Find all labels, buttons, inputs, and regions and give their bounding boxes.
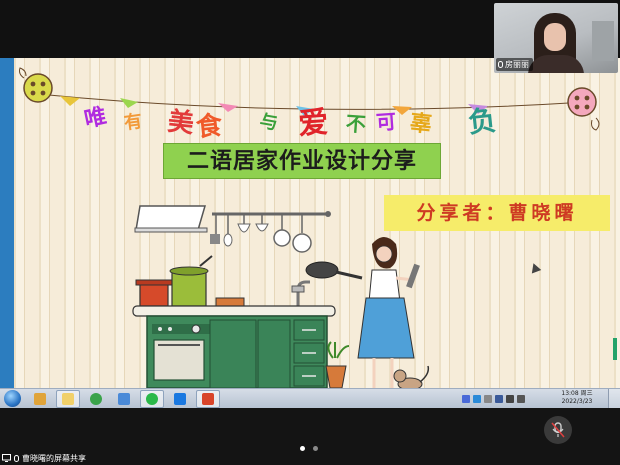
video-background-shelf	[592, 21, 614, 61]
title-char: 美	[166, 106, 196, 140]
speaker-banner: 分享者：曹晓曙	[384, 195, 610, 231]
tray-icon[interactable]	[495, 395, 503, 403]
app-icon	[90, 393, 102, 405]
participant-name: 房丽丽	[505, 60, 529, 69]
taskbar-clock[interactable]: 13:08 周三 2022/3/23	[553, 390, 601, 408]
tray-icon[interactable]	[462, 395, 470, 403]
title-char: 与	[258, 110, 280, 135]
screen-share-label: 曹晓曙的屏幕共享	[0, 451, 86, 465]
title-char: 辜	[408, 110, 434, 139]
taskbar-app-button[interactable]	[112, 390, 136, 408]
shared-taskbar: 13:08 周三 2022/3/23	[0, 388, 620, 408]
faucet-illustration	[291, 280, 310, 308]
mute-microphone-button[interactable]	[544, 416, 572, 444]
title-char: 有	[122, 110, 144, 135]
participant-name-label: 房丽丽	[496, 58, 533, 71]
title-char: 可	[375, 109, 397, 135]
cutting-board-illustration	[215, 297, 245, 307]
chat-app-icon	[146, 393, 158, 405]
left-button-bead-icon	[19, 67, 53, 103]
kitchen-cabinet-illustration	[146, 315, 328, 389]
slide-title: 唯 有 美 食 与 爱 不 可 辜 负	[82, 94, 534, 144]
title-char: 爱	[297, 104, 330, 142]
taskbar-app-button[interactable]	[168, 390, 192, 408]
slide-progress-indicator	[613, 338, 617, 360]
microphone-icon	[498, 61, 503, 68]
title-char: 负	[466, 103, 498, 140]
sharing-label-text: 曹晓曙的屏幕共享	[22, 453, 86, 463]
green-pot-illustration	[169, 255, 213, 307]
taskbar-app-button[interactable]	[140, 390, 164, 408]
microphone-icon	[14, 454, 19, 462]
meeting-window: 房丽丽 唯 有 美 食 与 爱 不 可 辜 负 二语居家作业设计分享 分享者：曹…	[0, 0, 620, 465]
microphone-icon	[551, 422, 565, 438]
network-icon[interactable]	[506, 395, 514, 403]
cat-illustration	[393, 365, 430, 391]
title-char: 不	[345, 111, 367, 137]
right-button-bead-icon	[567, 87, 600, 131]
taskbar-app-button[interactable]	[196, 390, 220, 408]
system-tray	[462, 391, 525, 407]
title-char: 食	[194, 110, 224, 144]
show-desktop-button[interactable]	[608, 389, 620, 408]
meeting-app-icon	[174, 393, 186, 405]
subtitle-banner: 二语居家作业设计分享	[163, 143, 441, 179]
page-dot[interactable]	[300, 446, 305, 451]
tray-icon[interactable]	[473, 395, 481, 403]
windows-start-icon[interactable]	[4, 390, 21, 407]
taskbar-app-button[interactable]	[28, 390, 52, 408]
title-char: 唯	[82, 103, 109, 133]
tray-icon[interactable]	[484, 395, 492, 403]
utensil-rail-illustration	[210, 211, 331, 253]
presentation-app-icon	[202, 393, 214, 405]
clock-time: 13:08 周三	[561, 390, 593, 397]
red-pot-illustration	[135, 279, 173, 307]
taskbar-app-button[interactable]	[84, 390, 108, 408]
folder-icon	[62, 393, 74, 405]
participant-video-tile[interactable]: 房丽丽	[494, 3, 618, 73]
potted-plant-illustration	[325, 341, 350, 389]
volume-icon[interactable]	[517, 395, 525, 403]
speaker-label: 分享者：曹晓曙	[416, 202, 578, 224]
taskbar-app-button[interactable]	[56, 390, 80, 408]
page-dots	[300, 446, 318, 451]
app-icon	[34, 393, 46, 405]
page-dot[interactable]	[313, 446, 318, 451]
shared-screen[interactable]: 唯 有 美 食 与 爱 不 可 辜 负 二语居家作业设计分享 分享者：曹晓曙 1…	[0, 58, 620, 408]
app-icon	[118, 393, 130, 405]
range-hood-illustration	[134, 205, 208, 233]
clock-date: 2022/3/23	[561, 398, 593, 405]
participant-face	[544, 23, 566, 51]
slide-subtitle: 二语居家作业设计分享	[186, 149, 417, 174]
screen-share-icon	[2, 454, 11, 462]
